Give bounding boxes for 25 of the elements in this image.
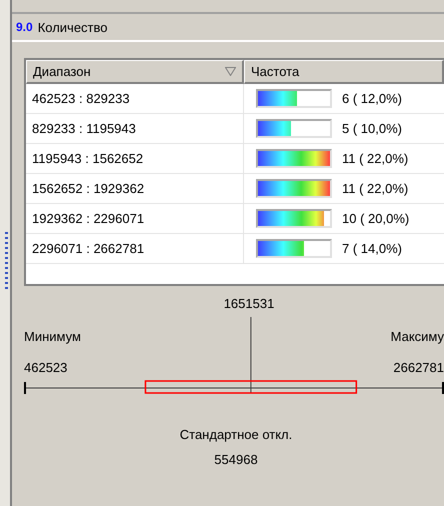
std-label: Стандартное откл. bbox=[178, 427, 294, 442]
minimum-value: 462523 bbox=[24, 360, 68, 375]
splitter-grip-icon[interactable] bbox=[4, 232, 9, 292]
table-cell: 1929362 : 2296071 bbox=[26, 204, 244, 233]
table-cell: 829233 : 1195943 bbox=[26, 114, 244, 143]
table-cell: 462523 : 829233 bbox=[26, 84, 244, 113]
frequency-count: 5 ( 10,0%) bbox=[342, 121, 402, 136]
frequency-count: 11 ( 22,0%) bbox=[342, 151, 408, 166]
column-header[interactable]: Частота bbox=[244, 60, 444, 84]
frequency-count: 11 ( 22,0%) bbox=[342, 181, 408, 196]
median-value: 1651531 bbox=[222, 296, 276, 311]
maximum-value: 2662781 bbox=[393, 360, 444, 375]
table-cell: 2296071 : 2662781 bbox=[26, 234, 244, 263]
minimum-label: Минимум bbox=[24, 329, 81, 344]
frequency-count: 6 ( 12,0%) bbox=[342, 91, 402, 106]
table-cell: 1195943 : 1562652 bbox=[26, 144, 244, 173]
column-header[interactable]: Диапазон bbox=[26, 60, 244, 84]
panel-title: Количество bbox=[38, 20, 108, 34]
frequency-count: 10 ( 20,0%) bbox=[342, 211, 410, 226]
std-value: 554968 bbox=[213, 452, 259, 467]
filter-icon bbox=[225, 67, 236, 76]
panel-number: 9.0 bbox=[16, 20, 33, 34]
table-cell: 1562652 : 1929362 bbox=[26, 174, 244, 203]
maximum-label: Максиму bbox=[390, 329, 444, 344]
frequency-count: 7 ( 14,0%) bbox=[342, 241, 402, 256]
